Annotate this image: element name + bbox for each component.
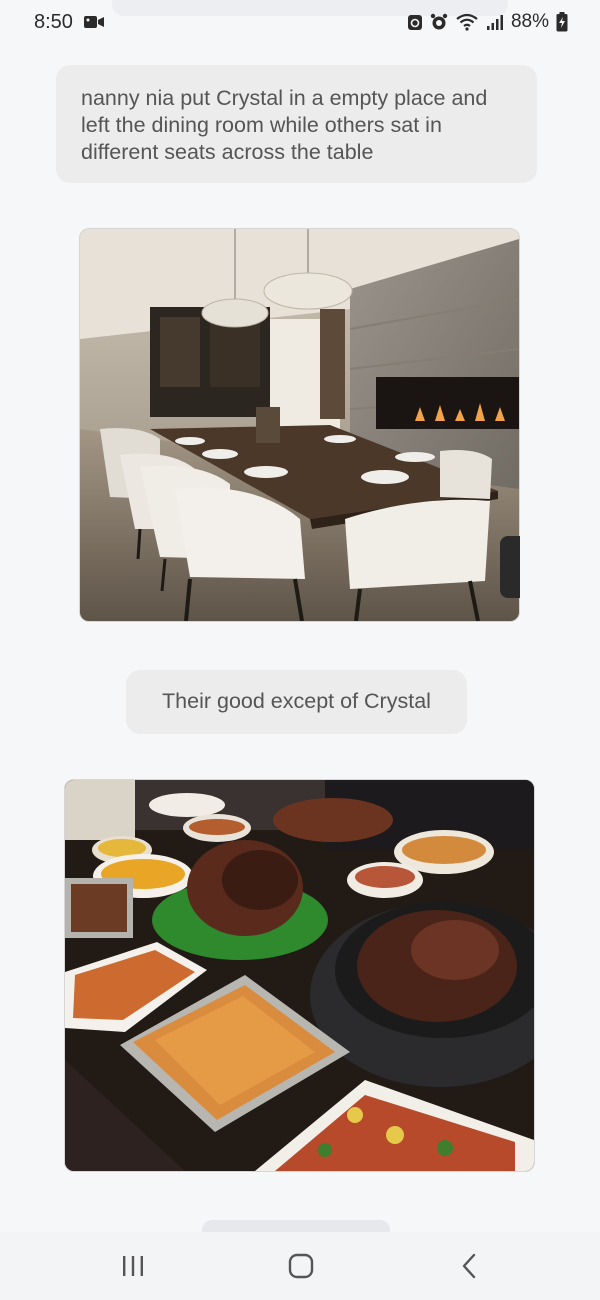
battery-percentage: 88% [510, 11, 549, 32]
message-bubble[interactable]: nanny nia put Crystal in a empty place a… [56, 65, 537, 183]
status-icons: 88% [407, 10, 568, 34]
message-text: nanny nia put Crystal in a empty place a… [81, 86, 488, 164]
dining-room-photo[interactable] [79, 228, 520, 622]
battery-charging-icon [556, 12, 568, 32]
food-spread-photo[interactable] [64, 779, 535, 1172]
signal-icon [486, 13, 504, 31]
message-text: Their good except of Crystal [162, 689, 431, 713]
recents-icon[interactable] [113, 1250, 153, 1282]
alarm-icon [430, 13, 448, 31]
recycle-icon [407, 13, 423, 31]
message-bubble[interactable]: Their good except of Crystal [126, 670, 467, 734]
status-time: 8:50 [34, 11, 73, 33]
navigation-bar [0, 1232, 600, 1300]
video-camera-icon [84, 14, 104, 30]
wifi-icon [455, 13, 479, 31]
expand-handle[interactable] [500, 536, 520, 598]
back-icon[interactable] [449, 1250, 489, 1282]
home-icon[interactable] [281, 1250, 321, 1282]
status-bar: 8:50 88% [0, 0, 600, 44]
